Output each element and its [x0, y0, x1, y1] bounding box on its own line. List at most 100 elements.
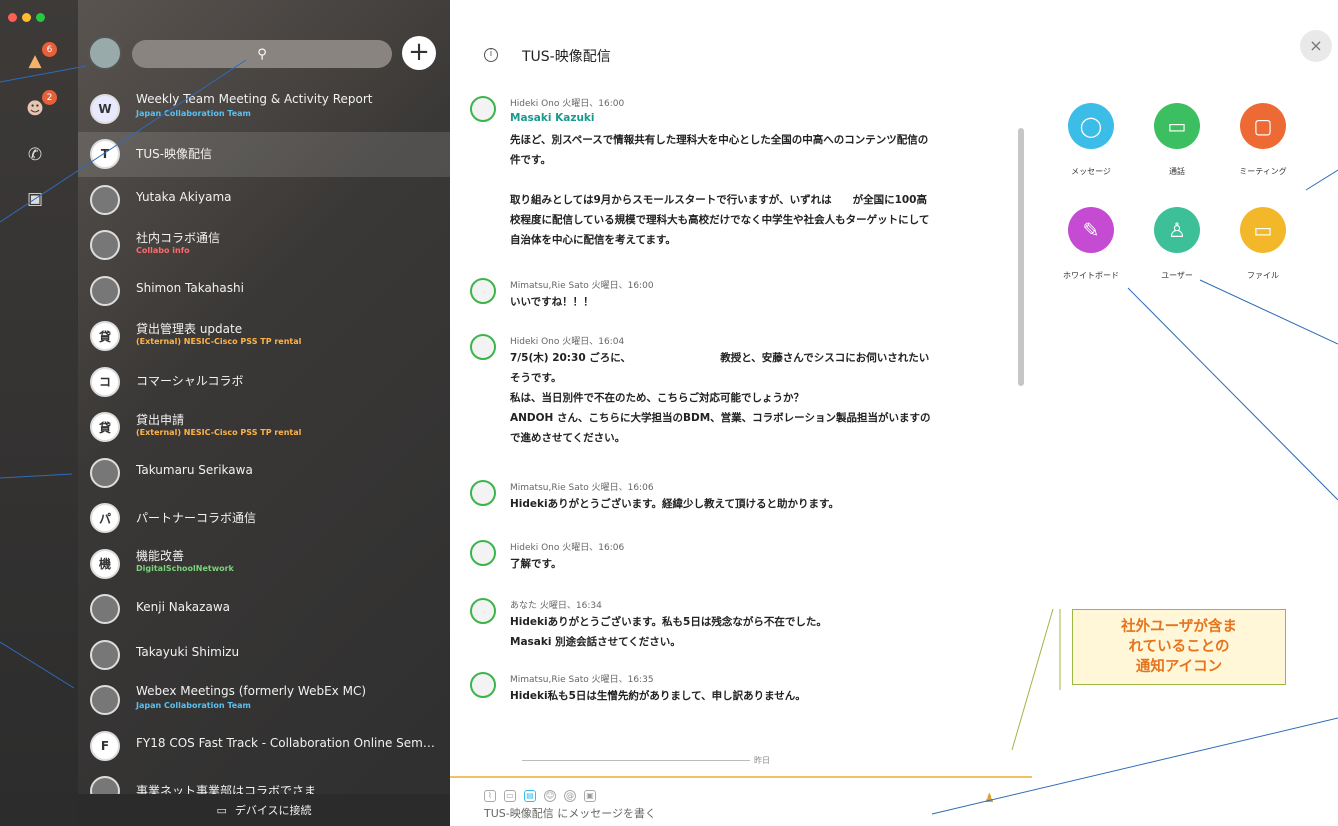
message-avatar[interactable]: [470, 278, 496, 304]
calendar-icon[interactable]: ▢: [1240, 103, 1286, 149]
space-avatar: [90, 685, 120, 715]
action-label: 通話: [1169, 167, 1185, 176]
zoom-window-dot[interactable]: [36, 13, 45, 22]
space-item[interactable]: Kenji Nakazawa: [78, 587, 450, 632]
pencil-icon[interactable]: ✎: [1068, 207, 1114, 253]
phone-icon[interactable]: ✆: [22, 142, 48, 168]
space-avatar: F: [90, 730, 120, 761]
space-team-label: (External) NESIC-Cisco PSS TP rental: [136, 336, 302, 346]
close-button[interactable]: ×: [1300, 30, 1332, 62]
space-item[interactable]: F FY18 COS Fast Track - Collaboration Onl…: [78, 723, 450, 768]
space-item[interactable]: W Weekly Team Meeting & Activity Report Ja…: [78, 86, 450, 131]
message-avatar[interactable]: [470, 540, 496, 566]
message-avatar[interactable]: [470, 334, 496, 360]
space-item[interactable]: パ パートナーコラボ通信: [78, 496, 450, 541]
space-avatar: W: [90, 93, 120, 124]
message-meta: あなた 火曜日、16:34: [510, 601, 602, 611]
image-icon[interactable]: ▣: [584, 790, 596, 802]
space-name: Takayuki Shimizu: [136, 645, 240, 659]
message-line: 7/5(木) 20:30 ごろに、 教授と、安藤さんでシスコにお伺いされたい: [510, 352, 930, 364]
space-avatar: 貸: [90, 412, 120, 442]
profile-avatar[interactable]: [88, 36, 122, 70]
space-item[interactable]: コ コマーシャルコラボ: [78, 359, 450, 404]
info-icon[interactable]: i: [484, 48, 498, 62]
format-icon[interactable]: ▤: [524, 790, 536, 802]
space-team-label: (External) NESIC-Cisco PSS TP rental: [136, 427, 302, 437]
attach-icon[interactable]: ⌇: [484, 790, 496, 802]
date-divider-line: [522, 760, 750, 761]
connect-device-button[interactable]: ▭ デバイスに接続: [78, 794, 450, 826]
message-meta: Mimatsu,Rie Sato 火曜日、16:06: [510, 483, 654, 493]
message-avatar[interactable]: [470, 672, 496, 698]
space-item[interactable]: 貸 貸出申請 (External) NESIC-Cisco PSS TP renta…: [78, 405, 450, 450]
space-item[interactable]: Shimon Takahashi: [78, 268, 450, 313]
emoji-icon[interactable]: ☺: [544, 790, 556, 802]
space-name: パートナーコラボ通信: [136, 510, 257, 525]
space-avatar: [90, 594, 120, 624]
space-avatar: T: [90, 139, 120, 169]
space-item[interactable]: T TUS-映像配信: [78, 131, 450, 177]
message-line: ANDOH さん、こちらに大学担当のBDM、営業、コラボレーション製品担当がいま…: [510, 412, 931, 424]
video-icon[interactable]: ▭: [1154, 103, 1200, 149]
connect-device-label: デバイスに接続: [234, 804, 312, 817]
space-name: Takumaru Serikawa: [136, 463, 253, 477]
action-label: ホワイトボード: [1063, 271, 1119, 280]
message-avatar[interactable]: [470, 96, 496, 122]
message-line: Hidekiありがとうございます。経緯少し教えて頂けると助かります。: [510, 498, 839, 510]
search-input[interactable]: ⚲: [132, 40, 392, 68]
add-space-button[interactable]: +: [402, 36, 436, 70]
space-name: コマーシャルコラボ: [136, 374, 244, 388]
user-icon[interactable]: ♙: [1154, 207, 1200, 253]
space-name: 貸出管理表 update: [136, 321, 243, 336]
mention-icon[interactable]: @: [564, 790, 576, 802]
action-label: ミーティング: [1239, 167, 1287, 176]
space-team-label: Collabo info: [136, 245, 190, 255]
space-name: 社内コラボ通信: [136, 230, 221, 245]
message-icon[interactable]: ◯: [1068, 103, 1114, 149]
message-line: いいですね！！！: [510, 296, 594, 308]
space-item[interactable]: 社内コラボ通信 Collabo info: [78, 223, 450, 268]
note-line-1: 社外ユーザが含ま: [1121, 619, 1237, 635]
space-name: Shimon Takahashi: [136, 281, 244, 295]
message-avatar[interactable]: [470, 598, 496, 624]
message-line: Masaki 別途会話させてください。: [510, 636, 681, 648]
space-avatar: パ: [90, 503, 120, 533]
note-line-3: 通知アイコン: [1135, 659, 1223, 675]
scrollbar[interactable]: [1018, 128, 1024, 386]
chat-header: i TUS-映像配信: [450, 0, 1032, 84]
message-line: 了解です。: [510, 558, 562, 570]
space-avatar: コ: [90, 366, 120, 397]
space-team-label: DigitalSchoolNetwork: [136, 564, 234, 573]
message-meta: Hideki Ono 火曜日、16:04: [510, 337, 625, 347]
space-name: Webex Meetings (formerly WebEx MC): [136, 683, 366, 698]
calendar-rail-icon[interactable]: ▣: [22, 186, 48, 212]
space-item[interactable]: 機 機能改善 DigitalSchoolNetwork: [78, 541, 450, 586]
message-meta: Hideki Ono 火曜日、16:00: [510, 99, 625, 109]
message-line: Hideki私も5日は生憎先約がありまして、申し訳ありません。: [510, 690, 806, 702]
space-name: FY18 COS Fast Track - Collaboration Onli…: [136, 736, 436, 750]
message-avatar[interactable]: [470, 480, 496, 506]
screen-share-icon[interactable]: ▭: [504, 790, 516, 802]
message-meta: Mimatsu,Rie Sato 火曜日、16:00: [510, 281, 654, 291]
message-line: Hidekiありがとうございます。私も5日は残念ながら不在でした。: [510, 616, 827, 628]
message-line: 先ほど、別スペースで情報共有した理科大を中心とした全国の中高へのコンテンツ配信の: [510, 134, 929, 146]
message-meta: Mimatsu,Rie Sato 火曜日、16:35: [510, 675, 654, 685]
message-line: で進めさせてください。: [510, 432, 626, 444]
screen-icon: ▭: [216, 803, 227, 817]
space-item[interactable]: Yutaka Akiyama: [78, 177, 450, 222]
space-item[interactable]: 貸 貸出管理表 update (External) NESIC-Cisco PSS …: [78, 314, 450, 359]
space-item[interactable]: Takayuki Shimizu: [78, 632, 450, 677]
minimize-window-dot[interactable]: [22, 13, 31, 22]
compose-area: ⌇ ▭ ▤ ☺ @ ▣ TUS-映像配信 にメッセージを書く: [450, 776, 1032, 826]
space-item[interactable]: Takumaru Serikawa: [78, 450, 450, 495]
space-item[interactable]: Webex Meetings (formerly WebEx MC) Japan …: [78, 678, 450, 723]
space-avatar: 機: [90, 548, 120, 579]
annotation-note: 社外ユーザが含ま れていることの 通知アイコン: [1072, 609, 1286, 685]
external-user-icon[interactable]: ♟: [984, 791, 995, 805]
message-line: 自治体を中心に配信を考えてます。: [510, 234, 676, 246]
nav-rail: ▲ 6 ☻ 2 ✆ ▣: [0, 0, 78, 826]
message-input[interactable]: TUS-映像配信 にメッセージを書く: [484, 805, 656, 821]
action-label: ファイル: [1247, 271, 1279, 280]
close-window-dot[interactable]: [8, 13, 17, 22]
folder-icon[interactable]: ▭: [1240, 207, 1286, 253]
